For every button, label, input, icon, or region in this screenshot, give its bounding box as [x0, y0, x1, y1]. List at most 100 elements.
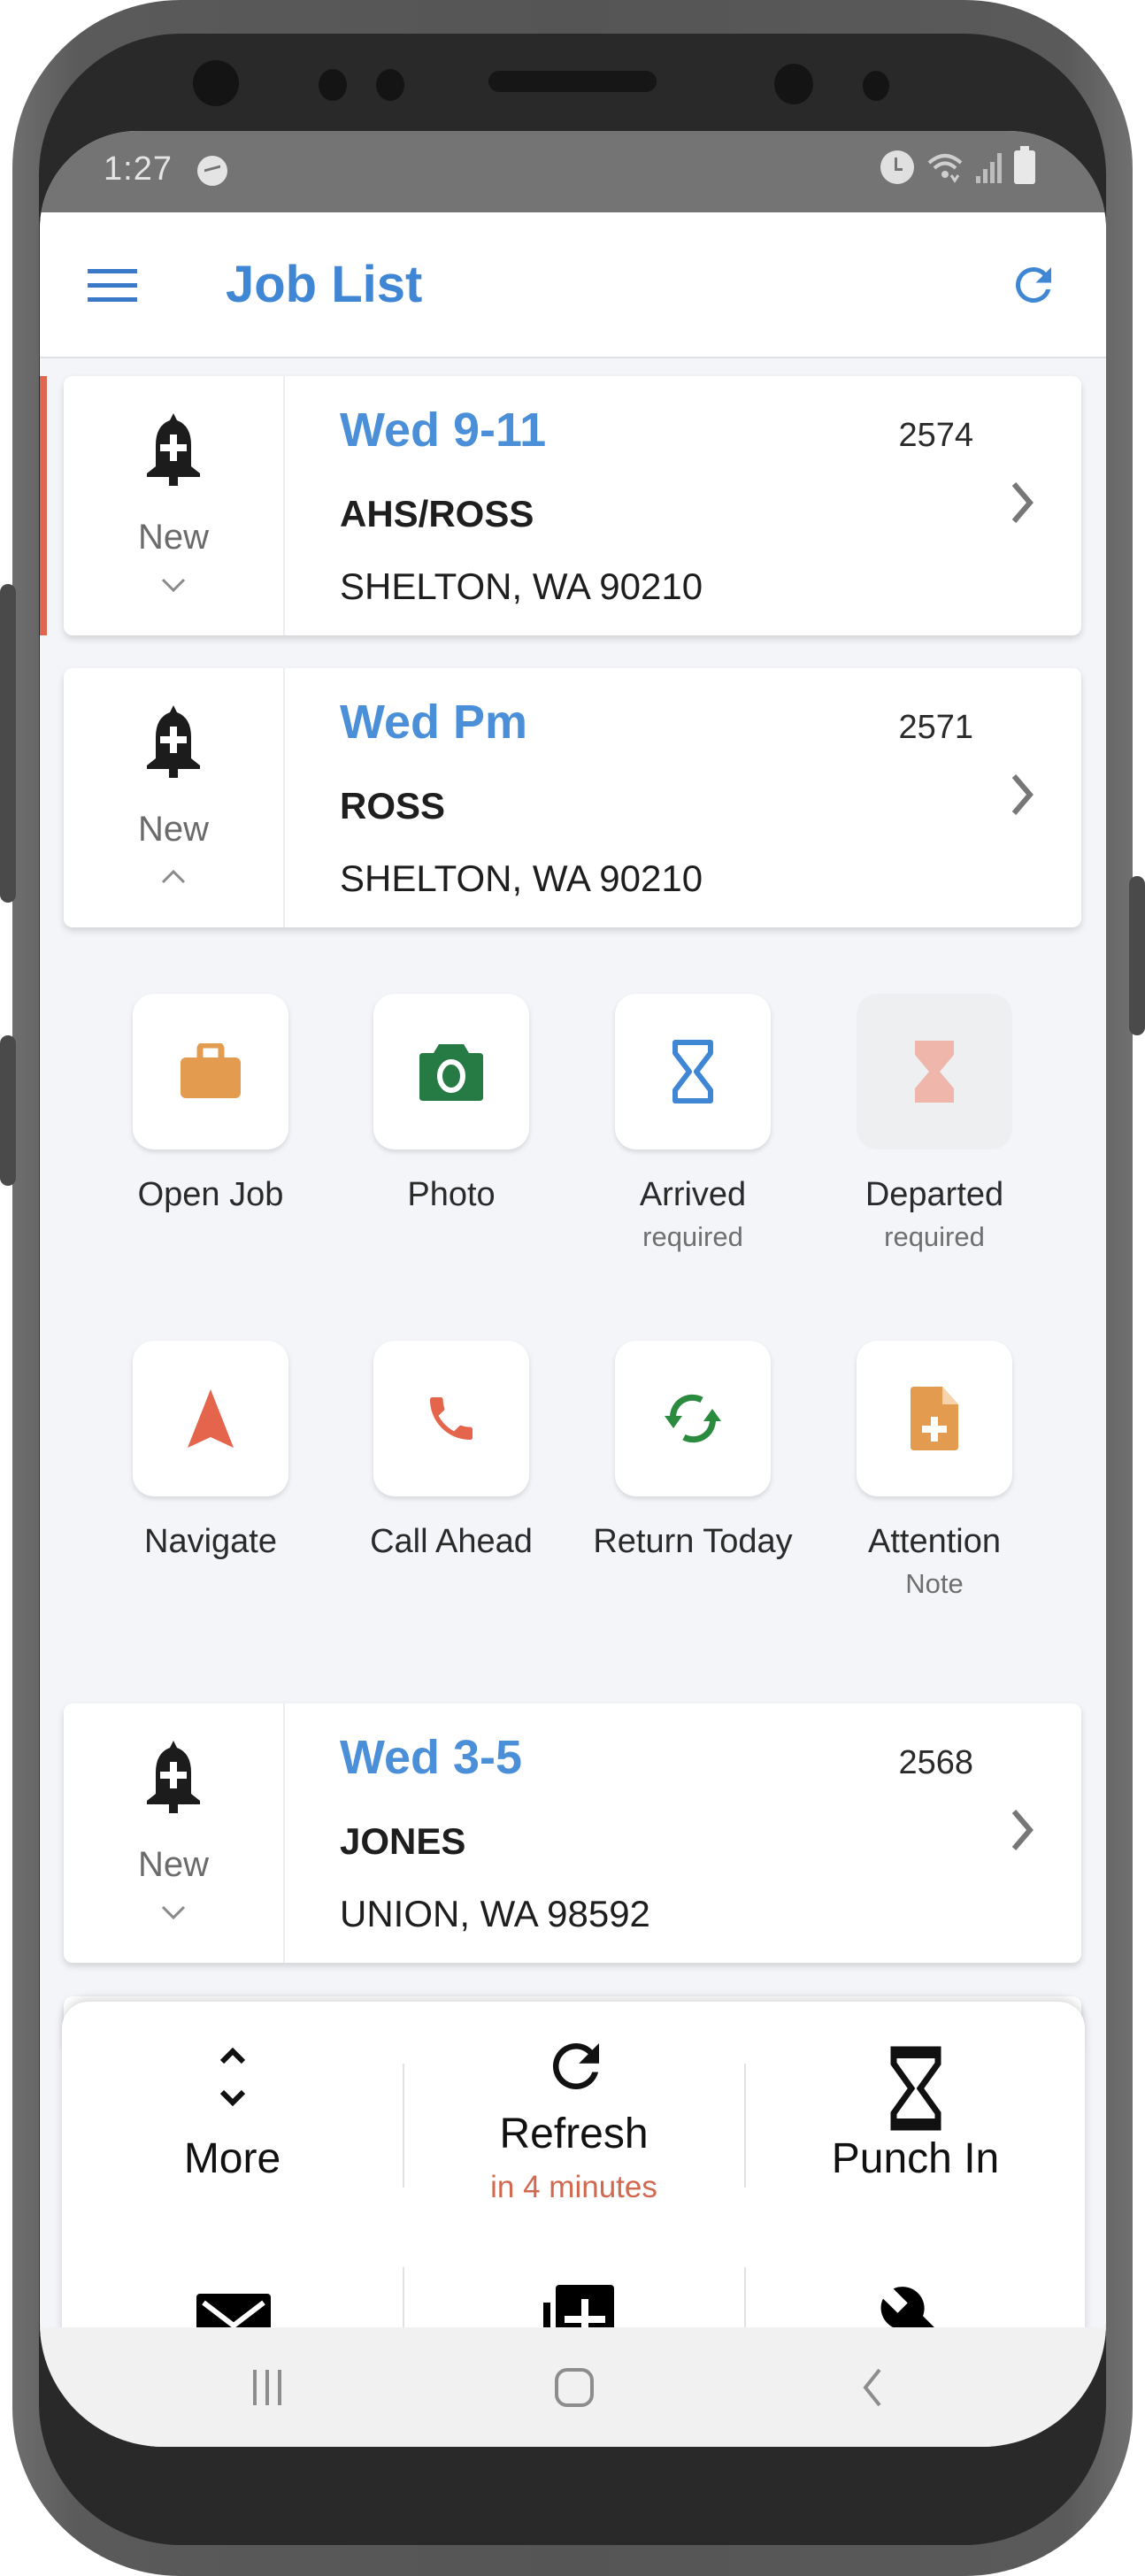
bell-plus-icon — [142, 1739, 205, 1815]
action-tile — [615, 994, 771, 1150]
action-sublabel: Note — [905, 1568, 964, 1599]
note-add-icon — [911, 1387, 958, 1450]
chevron-up-icon[interactable] — [159, 866, 188, 888]
chevron-down-icon[interactable] — [159, 574, 188, 596]
refresh-countdown: in 4 minutes — [490, 2170, 657, 2204]
job-status-column: New — [64, 376, 285, 635]
action-tile — [615, 1341, 771, 1496]
job-status: New — [137, 810, 210, 849]
refresh-label: Refresh — [499, 2111, 649, 2157]
job-time: Wed 9-11 — [340, 404, 547, 457]
wifi-icon — [926, 150, 964, 184]
job-card[interactable]: New Wed 9-11 2574 AHS/ROSS SHELTON, WA 9… — [64, 376, 1081, 635]
job-address: SHELTON, WA 90210 — [340, 857, 703, 899]
bottom-action-sheet: More Refresh in 4 minutes Punch In — [62, 2002, 1086, 2360]
refresh-icon — [552, 2043, 599, 2089]
earpiece-speaker — [488, 71, 657, 92]
call-ahead-button[interactable]: Call Ahead — [370, 1341, 533, 1561]
punch-in-button[interactable]: Punch In — [745, 2002, 1086, 2232]
arrived-button[interactable]: Arrived required — [615, 994, 771, 1253]
job-status-column: New — [64, 1703, 285, 1963]
refresh-button[interactable]: Refresh in 4 minutes — [403, 2002, 744, 2232]
job-client: ROSS — [340, 785, 446, 827]
back-icon[interactable] — [858, 2366, 885, 2413]
chevron-right-icon — [1009, 773, 1035, 817]
alarm-icon — [880, 150, 914, 184]
sensor-dot — [863, 71, 889, 101]
attention-note-button[interactable]: Attention Note — [857, 1341, 1012, 1600]
job-address: SHELTON, WA 90210 — [340, 565, 703, 607]
action-label: Departed — [865, 1176, 1004, 1213]
job-status: New — [137, 518, 210, 557]
messenger-icon — [197, 156, 227, 186]
status-icons — [880, 146, 1035, 184]
job-client: JONES — [340, 1820, 466, 1862]
action-label: Call Ahead — [370, 1523, 533, 1560]
action-label: Arrived — [639, 1176, 747, 1213]
action-label: Return Today — [593, 1523, 793, 1560]
page-title: Job List — [226, 256, 423, 313]
job-client: AHS/ROSS — [340, 493, 534, 534]
more-label: More — [183, 2135, 281, 2182]
sensor-dot — [376, 69, 404, 101]
more-button[interactable]: More — [62, 2002, 403, 2232]
photo-button[interactable]: Photo — [373, 994, 529, 1214]
sensor-dot — [319, 69, 347, 101]
action-sublabel: required — [884, 1221, 985, 1252]
front-camera — [193, 60, 239, 106]
sync-icon — [665, 1394, 721, 1443]
hourglass-icon — [890, 2046, 941, 2131]
action-label: Attention — [868, 1523, 1001, 1560]
briefcase-icon — [181, 1043, 241, 1098]
action-label: Photo — [407, 1176, 496, 1213]
action-tile — [857, 994, 1012, 1150]
return-today-button[interactable]: Return Today — [593, 1341, 793, 1561]
signal-icon — [976, 151, 1002, 183]
departed-button: Departed required — [857, 994, 1012, 1253]
chevron-down-icon[interactable] — [159, 1902, 188, 1923]
home-icon[interactable] — [553, 2366, 596, 2413]
action-tile — [133, 1341, 288, 1496]
action-tile — [857, 1341, 1012, 1496]
screen: 1:27 Job List New Wed 9-11 2574 AHS/ROSS… — [40, 131, 1106, 2447]
hourglass-filled-icon — [915, 1041, 954, 1103]
phone-icon — [430, 1397, 473, 1440]
job-priority-accent — [40, 376, 47, 635]
navigate-button[interactable]: Navigate — [133, 1341, 288, 1561]
job-card[interactable]: New Wed Pm 2571 ROSS SHELTON, WA 90210 — [64, 668, 1081, 927]
power-button — [0, 584, 16, 903]
action-sublabel: required — [642, 1221, 743, 1252]
open-job-button[interactable]: Open Job — [133, 994, 288, 1214]
app-header: Job List — [40, 212, 1106, 358]
job-number: 2571 — [898, 709, 973, 746]
navigation-arrow-icon — [188, 1389, 234, 1448]
action-tile — [373, 1341, 529, 1496]
punch-in-label: Punch In — [831, 2135, 1000, 2182]
unfold-icon — [219, 2047, 246, 2107]
bell-plus-icon — [142, 411, 205, 488]
system-nav-bar — [40, 2327, 1106, 2447]
recents-icon[interactable] — [248, 2366, 287, 2413]
hourglass-icon — [672, 1040, 713, 1103]
job-status-column: New — [64, 668, 285, 927]
action-tile — [373, 994, 529, 1150]
bixby-button — [1129, 876, 1145, 1035]
action-label: Navigate — [144, 1523, 277, 1560]
job-number: 2574 — [898, 417, 973, 454]
hamburger-icon[interactable] — [88, 269, 137, 303]
job-number: 2568 — [898, 1744, 973, 1781]
job-address: UNION, WA 98592 — [340, 1893, 650, 1934]
bell-plus-icon — [142, 704, 205, 780]
volume-button — [0, 1035, 16, 1186]
job-status: New — [137, 1845, 210, 1884]
status-bar: 1:27 — [40, 131, 1106, 212]
chevron-right-icon — [1009, 1808, 1035, 1852]
action-tile — [133, 994, 288, 1150]
refresh-icon[interactable] — [1007, 258, 1060, 311]
job-time: Wed 3-5 — [340, 1731, 523, 1784]
chevron-right-icon — [1009, 481, 1035, 525]
job-time: Wed Pm — [340, 696, 528, 749]
iris-sensor — [774, 64, 813, 104]
camera-icon — [419, 1044, 483, 1101]
job-card[interactable]: New Wed 3-5 2568 JONES UNION, WA 98592 — [64, 1703, 1081, 1963]
